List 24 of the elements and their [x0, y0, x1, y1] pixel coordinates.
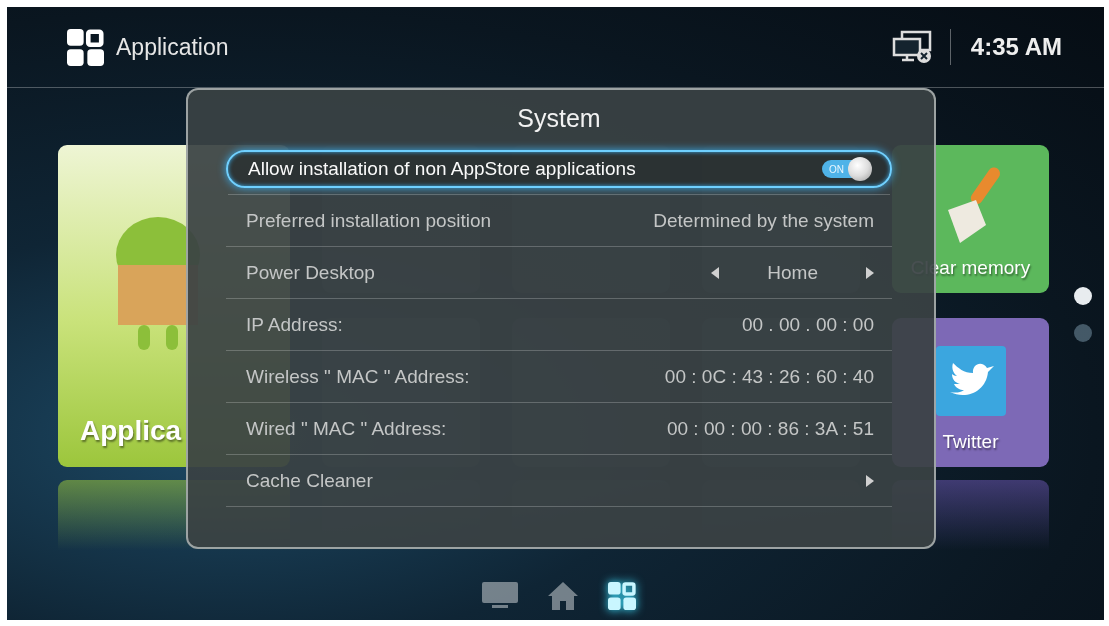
page-dot[interactable]: [1074, 324, 1092, 342]
clock-time: 4:35 AM: [970, 33, 1062, 61]
setting-value: Home: [767, 262, 818, 284]
nav-button[interactable]: [605, 580, 638, 612]
header-title: Application: [116, 33, 229, 61]
left-arrow-icon: [711, 267, 720, 279]
tile-label: Twitter: [942, 431, 999, 453]
setting-value: Determined by the system: [653, 210, 874, 232]
home-icon: [547, 582, 578, 610]
monitor-x-icon: [891, 30, 934, 64]
setting-label: Cache Cleaner: [246, 470, 373, 492]
right-arrow-icon: [866, 267, 874, 279]
bird-icon: [936, 346, 1006, 416]
setting-value: 00 . 00 . 00 : 00: [741, 314, 874, 336]
page-dot[interactable]: [1074, 287, 1092, 305]
tile-label: Applica: [80, 415, 182, 447]
setting-value: 00 : 0C : 43 : 26 : 60 : 40: [664, 366, 874, 388]
setting-value: 00 : 00 : 00 : 86 : 3A : 51: [666, 418, 874, 440]
toggle-text: ON: [829, 163, 844, 175]
chevron-icon: [866, 475, 874, 487]
dialog-title: System: [516, 104, 602, 133]
tv-icon: [481, 582, 518, 608]
apps-icon: [607, 582, 636, 610]
apps-icon: [67, 28, 104, 66]
